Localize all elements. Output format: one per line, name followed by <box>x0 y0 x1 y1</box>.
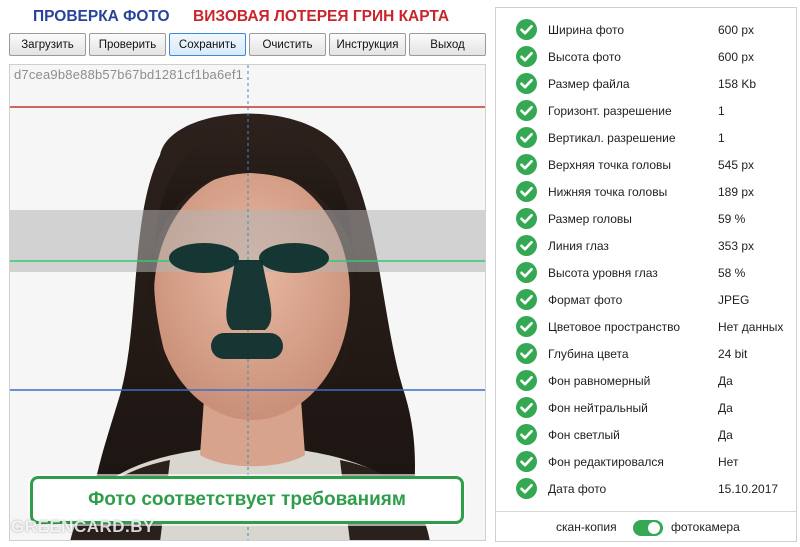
exit-button[interactable]: Выход <box>409 33 486 56</box>
scan-copy-label: скан-копия <box>556 520 617 534</box>
check-label: Нижняя точка головы <box>548 185 668 199</box>
toggle-knob <box>648 522 660 534</box>
check-value: 58 % <box>718 266 746 280</box>
eye-mask-left <box>169 243 239 273</box>
check-icon <box>516 262 537 283</box>
check-icon <box>516 289 537 310</box>
check-value: 353 px <box>718 239 755 253</box>
check-label: Цветовое пространство <box>548 320 681 334</box>
check-value: Да <box>718 428 733 442</box>
check-results-panel: Ширина фото 600 px Высота фото 600 px Размер… <box>495 7 797 542</box>
check-value: 1 <box>718 131 725 145</box>
check-value: Нет <box>718 455 739 469</box>
check-row: Фон равномерный Да <box>496 367 796 394</box>
check-label: Размер файла <box>548 77 630 91</box>
check-row: Размер головы 59 % <box>496 205 796 232</box>
app-title: ПРОВЕРКА ФОТО <box>33 8 170 25</box>
check-icon <box>516 316 537 337</box>
check-value: 24 bit <box>718 347 748 361</box>
check-label: Фон светлый <box>548 428 620 442</box>
check-row: Фон редактировался Нет <box>496 448 796 475</box>
check-value: JPEG <box>718 293 750 307</box>
check-row: Верхняя точка головы 545 px <box>496 151 796 178</box>
check-icon <box>516 46 537 67</box>
check-label: Фон нейтральный <box>548 401 648 415</box>
check-label: Линия глаз <box>548 239 609 253</box>
check-icon <box>516 127 537 148</box>
check-icon <box>516 100 537 121</box>
watermark: GREENCARD.BY <box>11 517 155 536</box>
check-icon <box>516 397 537 418</box>
source-toggle[interactable] <box>633 520 663 536</box>
check-label: Высота уровня глаз <box>548 266 658 280</box>
check-icon <box>516 235 537 256</box>
check-row: Горизонт. разрешение 1 <box>496 97 796 124</box>
check-row: Высота уровня глаз 58 % <box>496 259 796 286</box>
check-value: 59 % <box>718 212 746 226</box>
status-message: Фото соответствует требованиям <box>88 489 406 510</box>
save-button[interactable]: Сохранить <box>169 33 246 56</box>
check-row: Высота фото 600 px <box>496 43 796 70</box>
check-icon <box>516 343 537 364</box>
check-icon <box>516 451 537 472</box>
check-label: Верхняя точка головы <box>548 158 672 172</box>
check-label: Горизонт. разрешение <box>548 104 672 118</box>
check-value: 600 px <box>718 23 755 37</box>
clear-button[interactable]: Очистить <box>249 33 326 56</box>
lottery-title: ВИЗОВАЯ ЛОТЕРЕЯ ГРИН КАРТА <box>193 8 450 25</box>
check-label: Ширина фото <box>548 23 625 37</box>
check-row: Вертикал. разрешение 1 <box>496 124 796 151</box>
camera-label: фотокамера <box>671 520 740 534</box>
check-value: Нет данных <box>718 320 784 334</box>
check-value: 189 px <box>718 185 755 199</box>
check-row: Фон нейтральный Да <box>496 394 796 421</box>
check-button[interactable]: Проверить <box>89 33 166 56</box>
photo-check-app: ПРОВЕРКА ФОТО ВИЗОВАЯ ЛОТЕРЕЯ ГРИН КАРТА… <box>0 0 800 547</box>
check-icon <box>516 424 537 445</box>
file-hash: d7cea9b8e88b57b67bd1281cf1ba6ef1 <box>14 67 244 82</box>
check-label: Размер головы <box>548 212 632 226</box>
check-label: Формат фото <box>548 293 623 307</box>
check-icon <box>516 181 537 202</box>
check-label: Фон редактировался <box>548 455 664 469</box>
check-label: Глубина цвета <box>548 347 629 361</box>
check-label: Высота фото <box>548 50 621 64</box>
check-value: 158 Kb <box>718 77 757 91</box>
check-label: Фон равномерный <box>548 374 651 388</box>
instruction-button[interactable]: Инструкция <box>329 33 406 56</box>
check-value: Да <box>718 401 733 415</box>
check-row: Дата фото 15.10.2017 <box>496 475 796 502</box>
check-value: 15.10.2017 <box>718 482 779 496</box>
check-icon <box>516 208 537 229</box>
check-row: Формат фото JPEG <box>496 286 796 313</box>
check-row: Ширина фото 600 px <box>496 16 796 43</box>
eye-mask-right <box>259 243 329 273</box>
source-switch: скан-копия фотокамера <box>496 511 796 541</box>
check-icon <box>516 73 537 94</box>
check-icon <box>516 370 537 391</box>
check-value: Да <box>718 374 733 388</box>
check-icon <box>516 154 537 175</box>
load-button[interactable]: Загрузить <box>9 33 86 56</box>
check-value: 600 px <box>718 50 755 64</box>
check-row: Линия глаз 353 px <box>496 232 796 259</box>
portrait-photo <box>10 65 485 540</box>
header: ПРОВЕРКА ФОТО ВИЗОВАЯ ЛОТЕРЕЯ ГРИН КАРТА <box>0 6 495 30</box>
check-label: Дата фото <box>548 482 607 496</box>
check-row: Глубина цвета 24 bit <box>496 340 796 367</box>
mouth-mask <box>211 333 283 359</box>
check-icon <box>516 19 537 40</box>
check-row: Фон светлый Да <box>496 421 796 448</box>
photo-preview[interactable]: d7cea9b8e88b57b67bd1281cf1ba6ef1 <box>9 64 486 541</box>
check-label: Вертикал. разрешение <box>548 131 676 145</box>
check-row: Цветовое пространство Нет данных <box>496 313 796 340</box>
check-row: Нижняя точка головы 189 px <box>496 178 796 205</box>
check-row: Размер файла 158 Kb <box>496 70 796 97</box>
check-icon <box>516 478 537 499</box>
check-value: 545 px <box>718 158 755 172</box>
check-value: 1 <box>718 104 725 118</box>
